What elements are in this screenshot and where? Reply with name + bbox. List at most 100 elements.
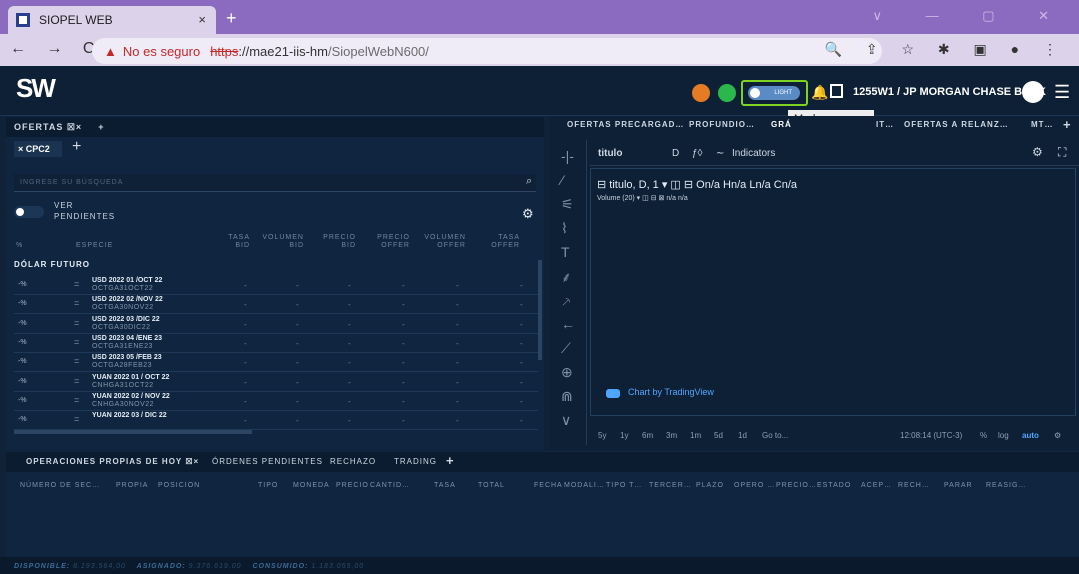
drawing-tool-icon[interactable]: ⌇ bbox=[561, 220, 568, 237]
tab-ofertas-a-relanzar[interactable]: OFERTAS A RELANZ… bbox=[904, 120, 1009, 129]
op-col-header[interactable]: PROPIA bbox=[116, 482, 148, 489]
op-col-header[interactable]: RECH… bbox=[898, 482, 930, 489]
search-icon[interactable]: ⌕ bbox=[526, 175, 532, 188]
tab-ofertas-icons[interactable]: ☒× bbox=[67, 122, 82, 132]
indicators-icon[interactable]: ƒ◊ bbox=[692, 148, 703, 159]
col-pct[interactable]: % bbox=[16, 242, 23, 250]
op-col-header[interactable]: PARAR bbox=[944, 482, 973, 489]
ofertas-scrollbar[interactable] bbox=[538, 260, 542, 360]
tab-operaciones-propias[interactable]: OPERACIONES PROPIAS DE HOY ☒× bbox=[26, 457, 199, 466]
browser-tab[interactable]: SIOPEL WEB × bbox=[8, 6, 216, 34]
col-tasa-bid[interactable]: TASA BID bbox=[220, 234, 250, 250]
op-col-header[interactable]: PRECIO bbox=[336, 482, 369, 489]
add-tab-button-bottom[interactable]: + bbox=[446, 453, 455, 468]
light-dark-toggle[interactable]: LIGHT bbox=[741, 80, 808, 106]
op-col-header[interactable]: TASA bbox=[434, 482, 456, 489]
drawing-tool-icon[interactable]: ⸙ bbox=[561, 268, 572, 287]
add-instrument-button[interactable]: + bbox=[72, 138, 81, 156]
op-col-header[interactable]: TERCER… bbox=[649, 482, 692, 489]
op-col-header[interactable]: PLAZO bbox=[696, 482, 724, 489]
menu-icon[interactable]: ☰ bbox=[1054, 82, 1070, 103]
op-col-header[interactable]: TIPO bbox=[258, 482, 278, 489]
drawing-tool-icon[interactable]: ⸕ bbox=[561, 292, 572, 311]
op-col-header[interactable]: ACEP… bbox=[861, 482, 892, 489]
table-row[interactable]: -% = USD 2022 01 /OCT 22 OCTGA31OCT22 - - - - - - bbox=[14, 276, 538, 295]
op-col-header[interactable]: NÚMERO DE SEC… bbox=[20, 482, 100, 489]
avatar[interactable] bbox=[1022, 81, 1044, 103]
chart-by-tradingview-link[interactable]: Chart by TradingView bbox=[628, 387, 714, 397]
add-tab-button-right[interactable]: + bbox=[1063, 117, 1072, 132]
op-col-header[interactable]: MONEDA bbox=[293, 482, 330, 489]
nav-buttons[interactable]: ← → C bbox=[10, 40, 102, 58]
chat-icon[interactable] bbox=[692, 84, 710, 102]
op-col-header[interactable]: CANTID… bbox=[370, 482, 410, 489]
op-col-header[interactable]: OPERO … bbox=[734, 482, 775, 489]
col-vol-offer[interactable]: VOLUMEN OFFER bbox=[420, 234, 466, 250]
ver-pendientes-switch[interactable] bbox=[14, 206, 44, 218]
drawing-tool-icon[interactable]: ⟋ bbox=[561, 340, 571, 357]
new-tab-button[interactable]: + bbox=[226, 8, 237, 29]
table-row[interactable]: -% = YUAN 2022 03 / DIC 22 - - - - - - bbox=[14, 411, 538, 431]
tab-trading[interactable]: TRADING bbox=[394, 457, 437, 466]
drawing-tool-icon[interactable]: -|- bbox=[561, 148, 574, 164]
op-col-header[interactable]: POSICION bbox=[158, 482, 200, 489]
drawing-tool-icon[interactable]: ← bbox=[561, 316, 575, 332]
chart-interval[interactable]: D bbox=[672, 148, 679, 159]
tab-mt[interactable]: MT… bbox=[1031, 120, 1054, 129]
tf-6m[interactable]: 6m bbox=[642, 431, 653, 440]
tab-profundidad[interactable]: PROFUNDIO… bbox=[689, 120, 755, 129]
add-tab-button[interactable]: + bbox=[90, 122, 112, 132]
ofertas-hscrollbar[interactable] bbox=[14, 430, 252, 434]
drawing-tool-icon[interactable]: ⋒ bbox=[561, 388, 573, 405]
fullscreen-icon[interactable]: ⛶ bbox=[1058, 145, 1066, 160]
table-row[interactable]: -% = USD 2023 05 /FEB 23 OCTGA28FEB23 - - - - - - bbox=[14, 353, 538, 373]
table-row[interactable]: -% = YUAN 2022 01 / OCT 22 CNHGA31OCT22 - - - -… bbox=[14, 373, 538, 392]
chart-symbol[interactable]: titulo bbox=[598, 148, 622, 159]
table-row[interactable]: -% = USD 2022 03 /DIC 22 OCTGA30DIC22 - - - - - - bbox=[14, 315, 538, 334]
url-bar[interactable]: ▲ No es seguro https ://mae21-iis-hm /Si… bbox=[92, 38, 882, 64]
op-col-header[interactable]: REASIG… bbox=[986, 482, 1026, 489]
drawing-tool-icon[interactable]: ∨ bbox=[561, 412, 571, 429]
tab-it[interactable]: IT… bbox=[876, 120, 894, 129]
table-row[interactable]: -% = USD 2022 02 /NOV 22 OCTGA30NOV22 - - - - - - bbox=[14, 295, 538, 315]
tab-grafico[interactable]: GRÁ bbox=[771, 120, 792, 129]
indicators-button[interactable]: Indicators bbox=[732, 148, 775, 159]
tf-5y[interactable]: 5y bbox=[598, 431, 606, 440]
drawing-tool-icon[interactable]: ⚟ bbox=[561, 196, 574, 213]
not-secure-label[interactable]: No es seguro bbox=[123, 44, 200, 59]
tf-3m[interactable]: 3m bbox=[666, 431, 677, 440]
tf-1d[interactable]: 1d bbox=[738, 431, 747, 440]
col-vol-bid[interactable]: VOLUMEN BID bbox=[262, 234, 304, 250]
col-especie[interactable]: ESPECIE bbox=[76, 242, 113, 250]
bell-icon[interactable]: 🔔 bbox=[811, 84, 828, 101]
op-col-header[interactable]: TOTAL bbox=[478, 482, 505, 489]
col-precio-bid[interactable]: PRECIO BID bbox=[320, 234, 356, 250]
tab-ofertas[interactable]: OFERTAS ☒× bbox=[6, 122, 90, 133]
log-button[interactable]: log bbox=[998, 431, 1009, 440]
browser-toolbar-icons[interactable]: 🔍 ⇪ ☆ ✱ ▣ ● ⋮ bbox=[825, 41, 1067, 58]
go-to-button[interactable]: Go to... bbox=[762, 431, 788, 440]
tab-ofertas-precargadas[interactable]: OFERTAS PRECARGAD… bbox=[567, 120, 684, 129]
tf-1y[interactable]: 1y bbox=[620, 431, 628, 440]
op-col-header[interactable]: TIPO T… bbox=[606, 482, 642, 489]
table-row[interactable]: -% = YUAN 2022 02 / NOV 22 CNHGA30NOV22 - - - -… bbox=[14, 392, 538, 411]
drawing-tool-icon[interactable]: ⊕ bbox=[561, 364, 573, 381]
op-col-header[interactable]: MODALI… bbox=[564, 482, 605, 489]
window-controls[interactable]: ∨ — ▢ ✕ bbox=[872, 8, 1069, 24]
op-col-header[interactable]: ESTADO bbox=[817, 482, 851, 489]
col-tasa-offer[interactable]: TASA OFFER bbox=[484, 234, 520, 250]
wave-icon[interactable]: ∼ bbox=[716, 148, 724, 159]
tab-ordenes-pendientes[interactable]: ÓRDENES PENDIENTES bbox=[212, 457, 323, 466]
chart-settings-icon[interactable]: ⚙ bbox=[1032, 145, 1043, 159]
tab-close-icon[interactable]: × bbox=[198, 12, 206, 27]
gear-icon[interactable]: ⚙ bbox=[522, 206, 534, 222]
percent-button[interactable]: % bbox=[980, 431, 987, 440]
op-col-header[interactable]: FECHA bbox=[534, 482, 563, 489]
table-row[interactable]: -% = USD 2023 04 /ENE 23 OCTGA31ENE23 - - - - - - bbox=[14, 334, 538, 353]
drawing-tool-icon[interactable]: ⁄ bbox=[561, 172, 563, 188]
auto-button[interactable]: auto bbox=[1022, 431, 1039, 440]
tab-rechazo[interactable]: RECHAZO bbox=[330, 457, 376, 466]
money-icon[interactable] bbox=[718, 84, 736, 102]
instrument-tab-cpc2[interactable]: × CPC2 bbox=[14, 141, 62, 157]
search-input[interactable]: INGRESE SU BÚSQUEDA bbox=[14, 174, 536, 192]
